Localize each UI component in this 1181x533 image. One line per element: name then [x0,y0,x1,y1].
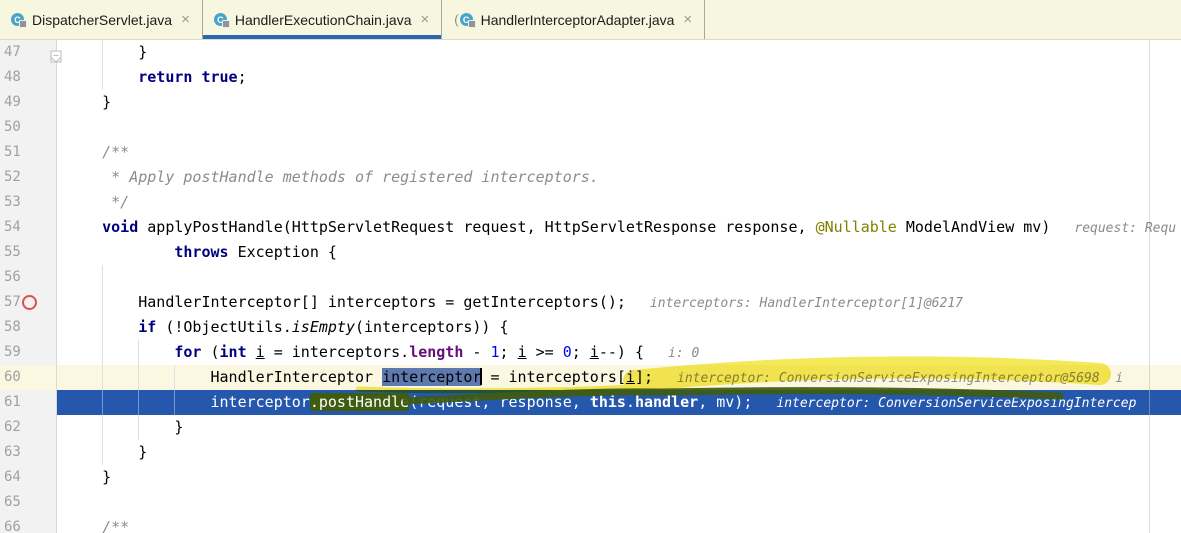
code-text[interactable]: if (!ObjectUtils.isEmpty(interceptors)) … [57,315,1181,340]
editor[interactable]: 47 } 48 return true; 49 } 50 51 /** 52 * Appl… [0,40,1181,533]
code-line-48[interactable]: 48 return true; [0,65,1181,90]
tab-label: HandlerInterceptorAdapter.java [480,11,675,28]
code-text[interactable]: return true; [57,65,1181,90]
code-text[interactable]: HandlerInterceptor[] interceptors = getI… [57,290,1181,315]
lock-badge [221,20,230,28]
close-icon[interactable]: × [420,12,431,27]
line-number: 47 [0,40,57,65]
close-icon[interactable]: × [180,12,191,27]
code-text[interactable]: HandlerInterceptor interceptor = interce… [57,365,1181,390]
debugger-inline-hint: interceptor: ConversionServiceExposingIn… [677,371,1124,386]
class-icon: C [459,12,476,28]
line-number: 66 [0,515,57,533]
code-text[interactable]: throws Exception { [57,240,1181,265]
code-line-60[interactable]: 60 HandlerInterceptor interceptor = inte… [0,365,1181,390]
line-number: 50 [0,115,57,140]
code-text[interactable]: } [57,90,1181,115]
code-text[interactable]: void applyPostHandle(HttpServletRequest … [57,215,1181,240]
line-number: 57 [0,290,57,315]
fold-marker-icon[interactable] [50,46,62,63]
tab-dispatcher-servlet[interactable]: C DispatcherServlet.java × [0,0,203,39]
tab-label: HandlerExecutionChain.java [234,11,412,28]
decompiled-paren: ( [454,12,459,27]
lock-badge [467,20,476,28]
debugger-inline-hint: request: Requ [1074,221,1177,236]
debugger-inline-hint: interceptors: HandlerInterceptor[1]@6217 [649,296,963,311]
code-line-64[interactable]: 64 } [0,50,1181,490]
line-number: 63 [0,440,57,465]
code-text[interactable]: /** [57,140,1181,165]
code-line-55[interactable]: 55 throws Exception { [0,50,1181,265]
code-line-54[interactable]: 54 void applyPostHandle(HttpServletReque… [0,215,1181,240]
code-text[interactable]: for (int i = interceptors.length - 1; i … [57,340,1181,365]
line-number: 48 [0,65,57,90]
line-number: 65 [0,490,57,515]
code-text[interactable]: * Apply postHandle methods of registered… [57,165,1181,190]
code-line-56[interactable]: 56 [0,265,1181,290]
code-line-63[interactable]: 63 } [0,50,1181,465]
tab-handler-execution-chain[interactable]: C HandlerExecutionChain.java × [202,0,443,39]
class-icon: C [11,12,27,28]
code-line-50[interactable]: 50 [0,115,1181,140]
line-number: 49 [0,90,57,115]
breakpoint-icon[interactable] [22,295,37,310]
code-line-61[interactable]: 61 interceptor.postHandle(request, respo… [0,390,1181,415]
line-number: 59 [0,340,57,365]
close-icon[interactable]: × [682,12,693,27]
line-number: 53 [0,190,57,215]
line-number: 58 [0,315,57,340]
code-text[interactable]: */ [57,190,1181,215]
debugger-inline-hint: i: 0 [668,346,700,361]
code-text[interactable]: } [57,415,1181,440]
line-number: 52 [0,165,57,190]
editor-tab-bar: C DispatcherServlet.java × C HandlerExec… [0,0,1181,40]
code-text[interactable]: /** [57,515,1181,533]
code-line-65[interactable]: 65 [0,490,1181,515]
editor-rows: 47 } 48 return true; 49 } 50 51 /** 52 * Appl… [0,40,1181,533]
code-text[interactable] [57,115,1181,140]
line-number: 51 [0,140,57,165]
tab-handler-interceptor-adapter[interactable]: ( C HandlerInterceptorAdapter.java × [442,0,706,39]
code-text[interactable] [57,490,1181,515]
code-line-58[interactable]: 58 if (!ObjectUtils.isEmpty(interceptors… [0,50,1181,340]
code-text[interactable]: } [57,440,1181,465]
code-text[interactable] [57,265,1181,290]
code-line-52[interactable]: 52 * Apply postHandle methods of registe… [0,165,1181,190]
code-line-49[interactable]: 49 } [0,50,1181,115]
code-line-66[interactable]: 66 /** [0,50,1181,533]
debugger-inline-hint: interceptor: ConversionServiceExposingIn… [776,396,1137,411]
code-text[interactable]: interceptor.postHandle(request, response… [57,390,1181,415]
code-line-47[interactable]: 47 } [0,40,1181,65]
line-number: 60 [0,365,57,390]
line-number: 64 [0,465,57,490]
code-text[interactable]: } [57,465,1181,490]
line-number: 62 [0,415,57,440]
line-number: 55 [0,240,57,265]
code-line-57[interactable]: 57 HandlerInterceptor[] interceptors = g… [0,290,1181,315]
code-line-51[interactable]: 51 /** [0,50,1181,165]
lock-badge [19,20,27,28]
code-line-62[interactable]: 62 } [0,50,1181,440]
code-line-59[interactable]: 59 for (int i = interceptors.length - 1;… [0,50,1181,365]
line-number: 56 [0,265,57,290]
tab-label: DispatcherServlet.java [32,11,173,28]
class-icon: C [213,12,230,28]
code-text[interactable]: } [57,40,1181,65]
code-line-53[interactable]: 53 */ [0,50,1181,215]
ide-window: C DispatcherServlet.java × C HandlerExec… [0,0,1181,533]
line-number: 61 [0,390,57,415]
line-number: 54 [0,215,57,240]
